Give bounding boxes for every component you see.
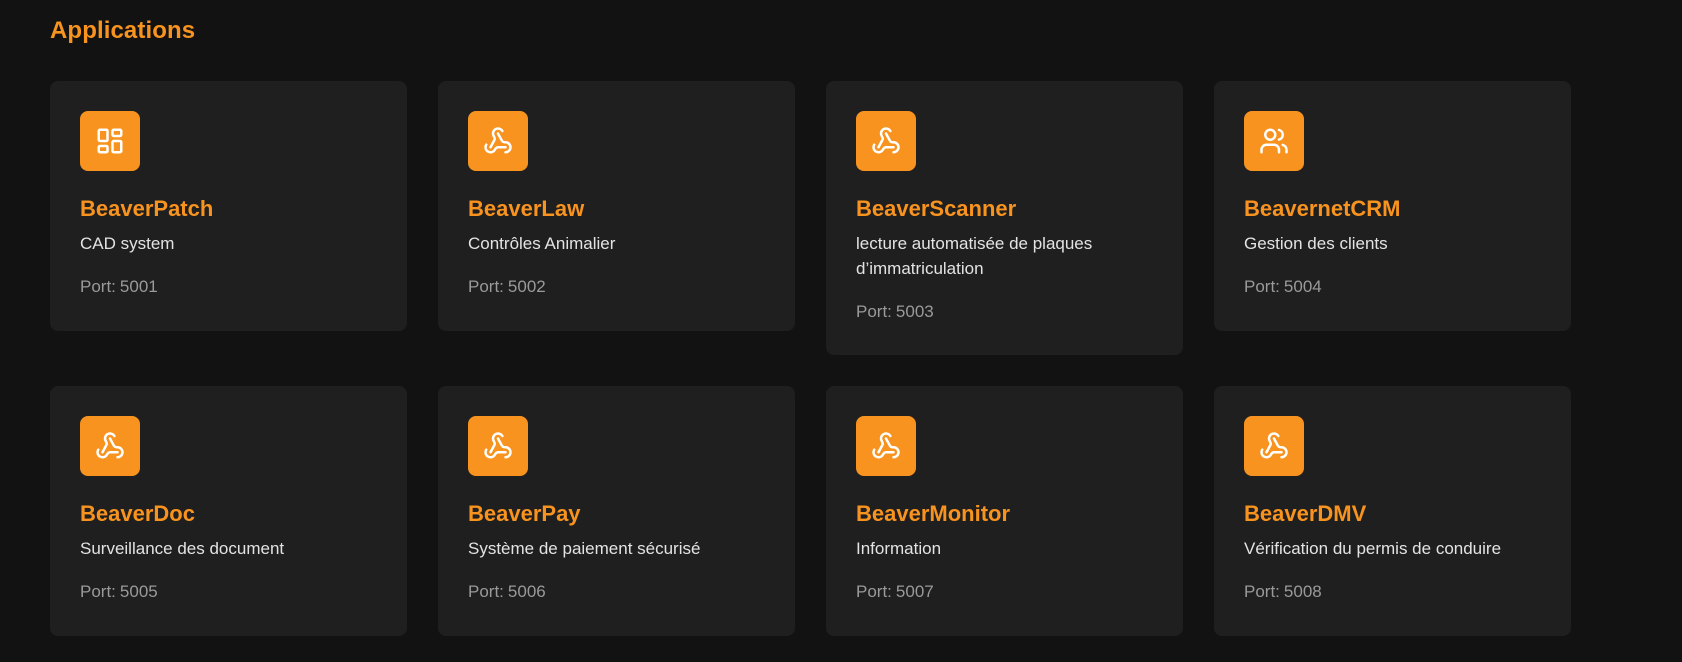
webhook-icon <box>96 432 124 459</box>
webhook-icon <box>872 127 900 154</box>
app-name: BeavernetCRM <box>1244 196 1401 221</box>
app-port: Port: 5008 <box>1244 581 1541 603</box>
app-name: BeaverDMV <box>1244 501 1367 526</box>
app-icon-box <box>856 416 916 476</box>
app-name: BeaverDoc <box>80 501 195 526</box>
app-card-beaverpatch[interactable]: BeaverPatch CAD system Port: 5001 <box>50 81 407 331</box>
app-description: Information <box>856 539 942 558</box>
app-port: Port: 5007 <box>856 581 1153 603</box>
webhook-icon <box>1260 432 1288 459</box>
dashboard-icon <box>97 128 123 154</box>
port-label: Port: <box>468 277 504 296</box>
port-value: 5001 <box>119 277 158 296</box>
port-value: 5008 <box>1283 582 1322 601</box>
app-icon-box <box>468 111 528 171</box>
port-label: Port: <box>80 582 116 601</box>
app-port: Port: 5006 <box>468 581 765 603</box>
app-description: Vérification du permis de conduire <box>1244 539 1502 558</box>
webhook-icon <box>484 432 512 459</box>
port-value: 5005 <box>119 582 158 601</box>
app-card-beaverdmv[interactable]: BeaverDMV Vérification du permis de cond… <box>1214 386 1571 636</box>
webhook-icon <box>484 127 512 154</box>
app-description: Système de paiement sécurisé <box>468 539 701 558</box>
app-icon-box <box>80 111 140 171</box>
applications-grid: BeaverPatch CAD system Port: 5001 BeaverL… <box>50 81 1571 636</box>
app-port: Port: 5002 <box>468 276 765 298</box>
app-card-beaverpay[interactable]: BeaverPay Système de paiement sécurisé P… <box>438 386 795 636</box>
port-label: Port: <box>1244 582 1280 601</box>
port-label: Port: <box>856 582 892 601</box>
app-name: BeaverLaw <box>468 196 585 221</box>
app-name: BeaverMonitor <box>856 501 1011 526</box>
app-description: lecture automatisée de plaques d’immatri… <box>856 234 1093 278</box>
app-port: Port: 5005 <box>80 581 377 603</box>
app-card-beavermonitor[interactable]: BeaverMonitor Information Port: 5007 <box>826 386 1183 636</box>
app-card-beaverscanner[interactable]: BeaverScanner lecture automatisée de pla… <box>826 81 1183 355</box>
app-name: BeaverPay <box>468 501 581 526</box>
port-label: Port: <box>80 277 116 296</box>
port-value: 5002 <box>507 277 546 296</box>
app-icon-box <box>856 111 916 171</box>
app-icon-box <box>80 416 140 476</box>
app-card-beaverdoc[interactable]: BeaverDoc Surveillance des document Port… <box>50 386 407 636</box>
port-label: Port: <box>856 302 892 321</box>
port-value: 5007 <box>895 582 934 601</box>
port-label: Port: <box>1244 277 1280 296</box>
app-description: Gestion des clients <box>1244 234 1388 253</box>
app-description: CAD system <box>80 234 175 253</box>
section-title: Applications <box>50 17 196 44</box>
users-icon <box>1260 128 1288 154</box>
app-port: Port: 5001 <box>80 276 377 298</box>
app-name: BeaverScanner <box>856 196 1017 221</box>
app-port: Port: 5003 <box>856 301 1153 323</box>
app-card-beaverlaw[interactable]: BeaverLaw Contrôles Animalier Port: 5002 <box>438 81 795 331</box>
app-icon-box <box>1244 416 1304 476</box>
port-value: 5006 <box>507 582 546 601</box>
port-value: 5003 <box>895 302 934 321</box>
webhook-icon <box>872 432 900 459</box>
app-name: BeaverPatch <box>80 196 214 221</box>
app-description: Contrôles Animalier <box>468 234 616 253</box>
app-description: Surveillance des document <box>80 539 285 558</box>
app-icon-box <box>1244 111 1304 171</box>
app-port: Port: 5004 <box>1244 276 1541 298</box>
app-card-beavernetcrm[interactable]: BeavernetCRM Gestion des clients Port: 50… <box>1214 81 1571 331</box>
app-icon-box <box>468 416 528 476</box>
port-label: Port: <box>468 582 504 601</box>
port-value: 5004 <box>1283 277 1322 296</box>
